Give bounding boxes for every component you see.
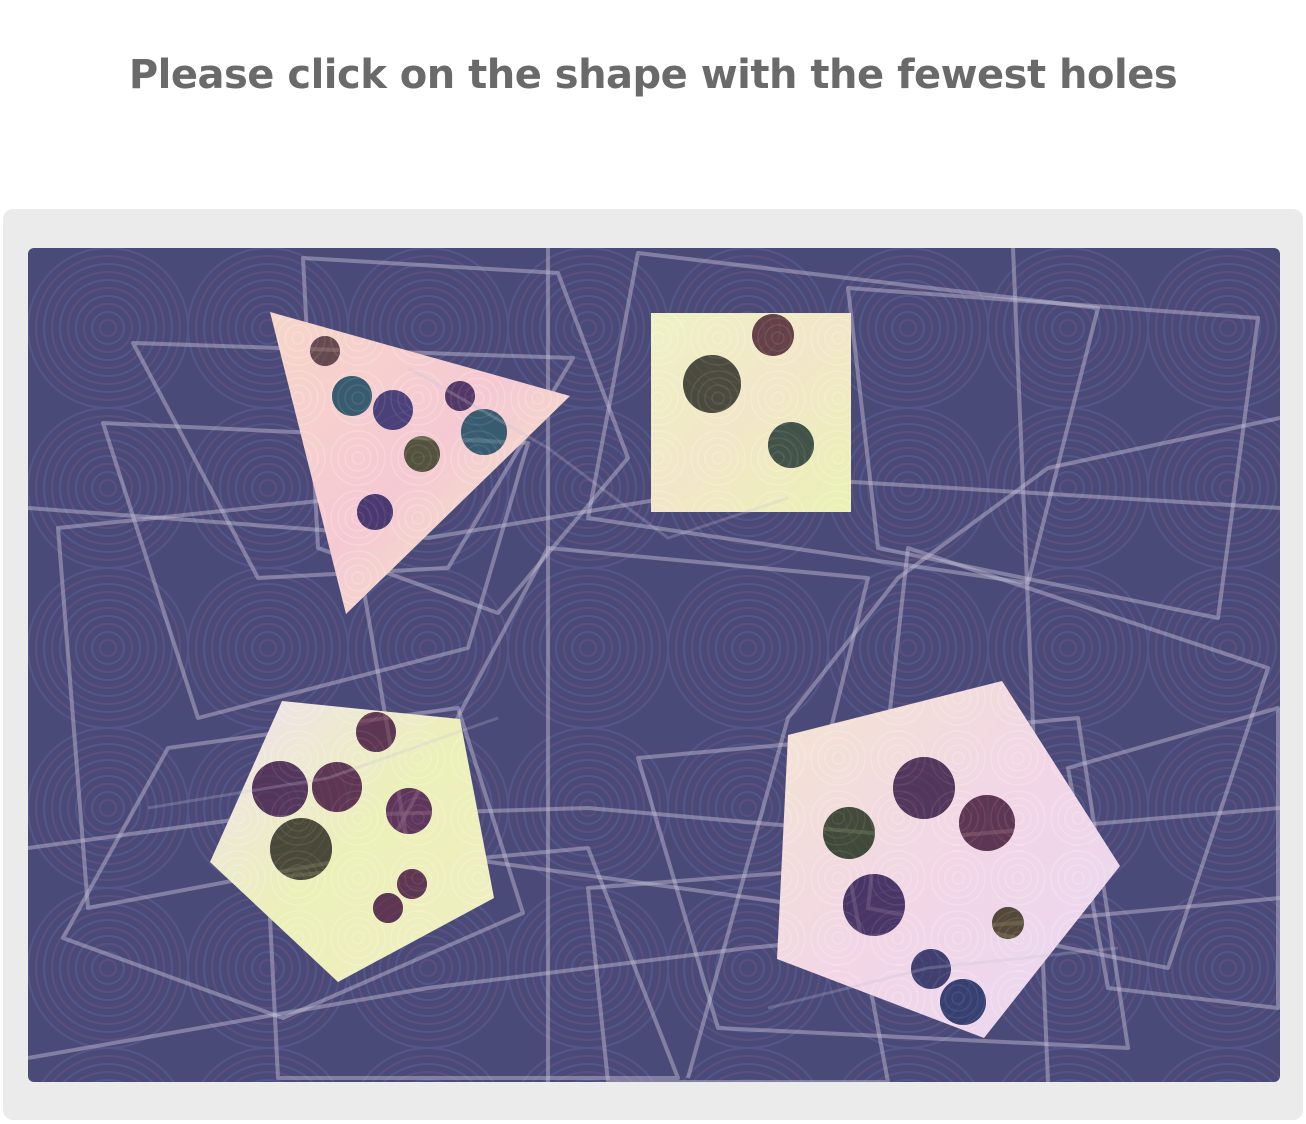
captcha-instruction: Please click on the shape with the fewes… bbox=[128, 52, 1178, 98]
captcha-scene bbox=[28, 248, 1280, 1082]
captcha-canvas[interactable] bbox=[28, 248, 1280, 1082]
shape-square[interactable] bbox=[651, 313, 851, 512]
captcha-page: Please click on the shape with the fewes… bbox=[0, 0, 1306, 1124]
